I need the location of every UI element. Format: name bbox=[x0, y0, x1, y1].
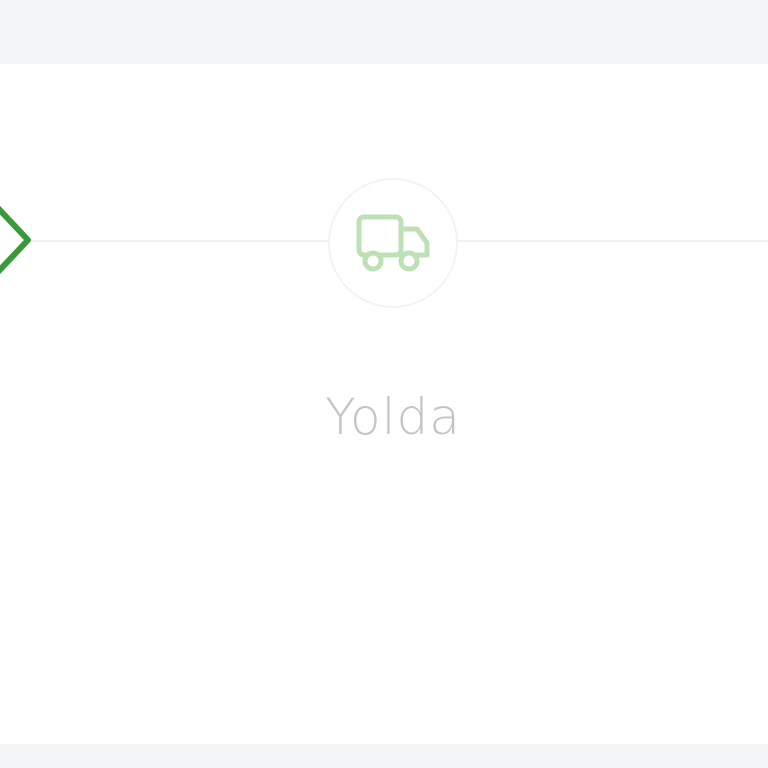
page-header-band bbox=[0, 0, 768, 64]
step-connector-left bbox=[30, 240, 328, 242]
truck-icon bbox=[356, 214, 430, 272]
step-current bbox=[328, 178, 458, 308]
previous-step-marker bbox=[0, 194, 48, 286]
chevron-right-icon bbox=[0, 205, 31, 275]
page-footer-band bbox=[0, 744, 768, 768]
step-label: Yolda bbox=[325, 388, 461, 446]
step-connector-right bbox=[458, 240, 768, 242]
